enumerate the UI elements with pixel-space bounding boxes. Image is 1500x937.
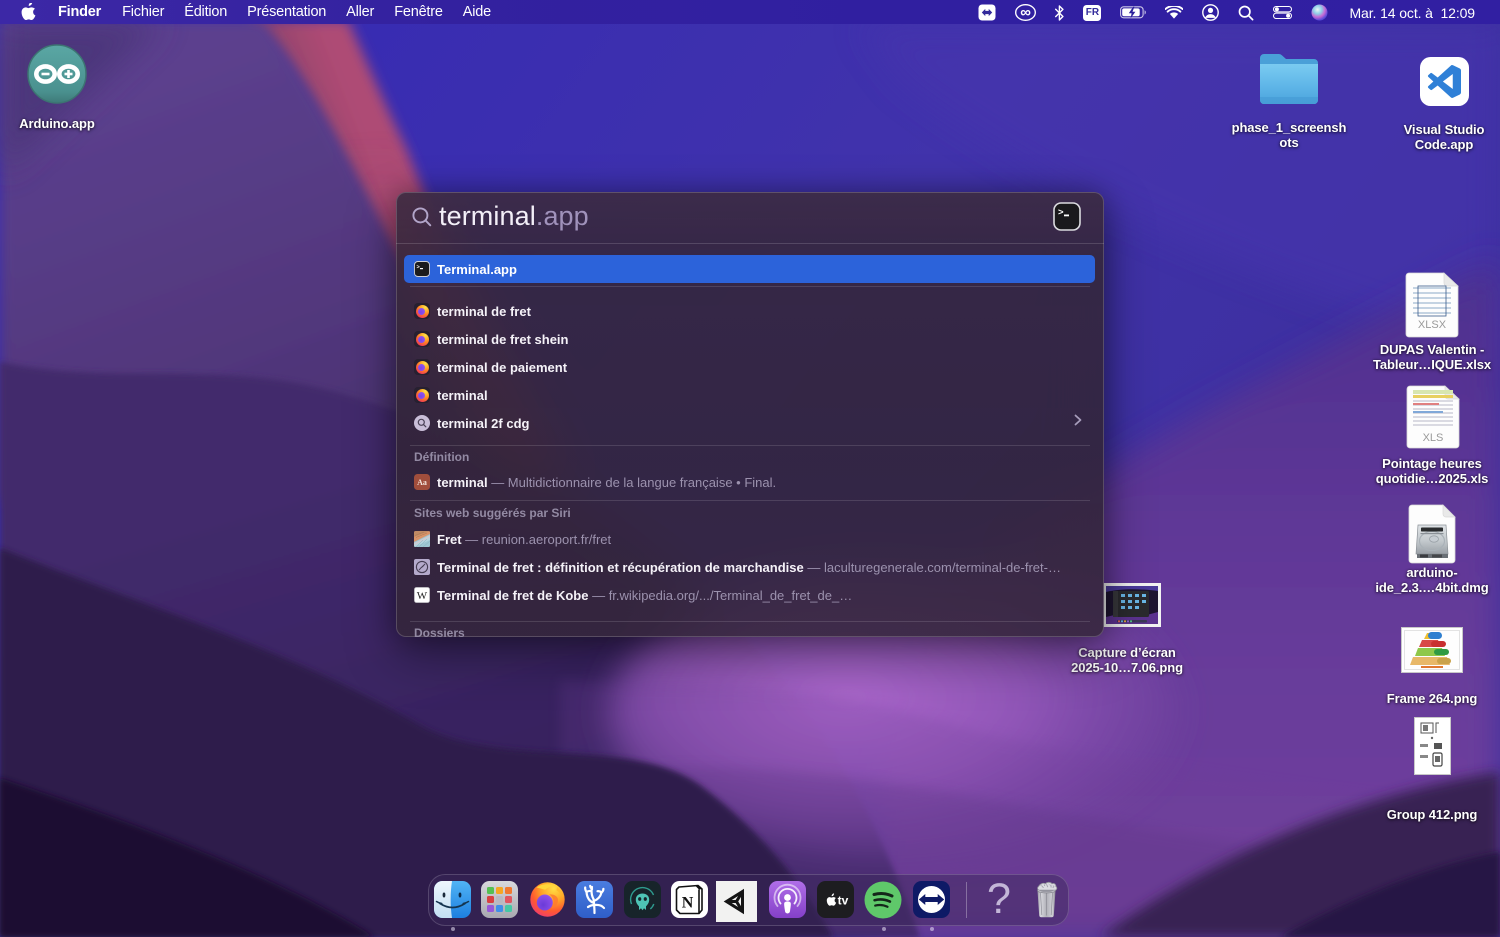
svg-text:>: >	[1058, 207, 1064, 218]
svg-text:Aa: Aa	[417, 478, 427, 487]
svg-text:N: N	[682, 895, 694, 912]
svg-text:∞: ∞	[1021, 4, 1032, 21]
svg-text:XLSX: XLSX	[1418, 319, 1447, 331]
svg-text:W: W	[417, 590, 428, 602]
svg-text:tv: tv	[838, 894, 849, 908]
svg-text:XLS: XLS	[1423, 432, 1444, 444]
svg-text:>: >	[417, 265, 420, 271]
